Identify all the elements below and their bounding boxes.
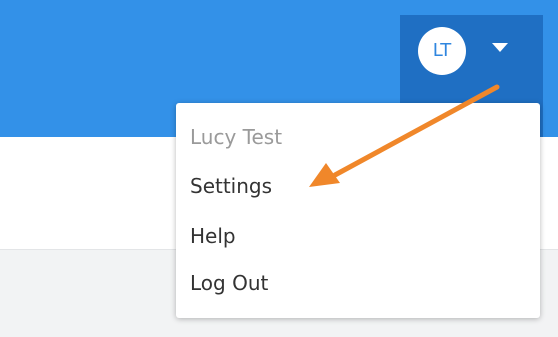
arrow-shaft: [332, 84, 500, 178]
annotation-arrow: [309, 84, 500, 187]
